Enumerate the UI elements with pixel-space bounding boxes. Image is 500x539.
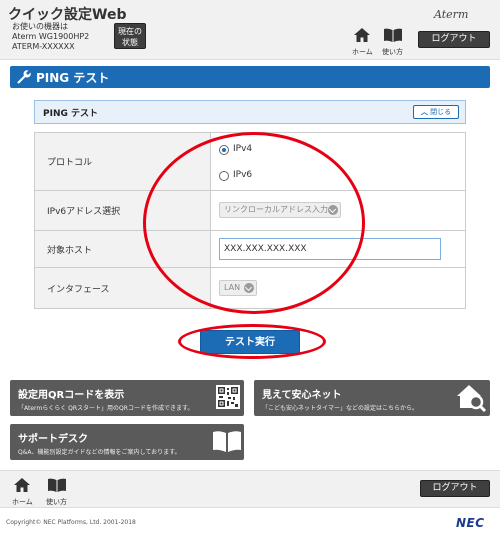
footer-manual-label: 使い方 <box>46 498 67 506</box>
footer-home-button[interactable]: ホーム <box>12 477 33 507</box>
book-icon <box>213 431 241 452</box>
status-button-line2: 状態 <box>122 38 138 47</box>
qr-link-desc: 「Atermらくらく QRスタート」用のQRコードを作成できます。 <box>18 405 194 412</box>
copyright: Copyright© NEC Platforms, Ltd. 2001-2018 <box>6 519 136 526</box>
header: クイック設定Web お使いの機器は Aterm WG1900HP2 ATERM-… <box>0 0 500 60</box>
mieru-link-title: 見えて安心ネット <box>262 390 342 401</box>
footer-manual-button[interactable]: 使い方 <box>46 477 67 507</box>
device-ssid: ATERM-XXXXXX <box>12 42 75 51</box>
nec-logo: NEC <box>456 516 485 530</box>
brand-logo: Aterm <box>434 8 469 21</box>
section-title: PING テスト <box>36 71 110 85</box>
home-nav-button[interactable]: ホーム <box>352 27 373 57</box>
house-search-icon <box>457 385 487 412</box>
logout-button[interactable]: ログアウト <box>418 31 490 48</box>
book-icon <box>47 478 66 492</box>
qr-code-link[interactable]: 設定用QRコードを表示 「Atermらくらく QRスタート」用のQRコードを作成… <box>10 380 244 416</box>
panel-title: PING テスト <box>43 109 98 119</box>
support-desk-link[interactable]: サポートデスク Q&A、機能別設定ガイドなどの情報をご案内しております。 <box>10 424 244 460</box>
ping-panel-header: PING テスト ︿ 閉じる <box>34 100 466 124</box>
home-label: ホーム <box>352 48 373 56</box>
annotation-ring-form <box>143 132 365 314</box>
section-header: PING テスト <box>10 66 490 88</box>
annotation-ring-button <box>178 324 326 359</box>
status-button-line1: 現在の <box>118 27 142 36</box>
footer-logout-button[interactable]: ログアウト <box>420 480 490 497</box>
wrench-icon <box>17 70 31 84</box>
manual-label: 使い方 <box>382 48 403 56</box>
home-icon <box>14 478 31 492</box>
qr-code-icon <box>216 385 240 409</box>
device-label: お使いの機器は <box>12 22 68 31</box>
mieru-link-desc: 「こども安心ネットタイマー」などの設定はこちらから。 <box>262 405 419 412</box>
footer: ホーム 使い方 ログアウト <box>0 470 500 508</box>
app-title: クイック設定Web <box>8 7 127 23</box>
collapse-label: 閉じる <box>430 108 452 116</box>
home-icon <box>354 28 371 42</box>
support-link-desc: Q&A、機能別設定ガイドなどの情報をご案内しております。 <box>18 449 181 456</box>
chevron-up-icon: ︿ <box>420 108 428 116</box>
support-link-title: サポートデスク <box>18 434 88 445</box>
device-model: Aterm WG1900HP2 <box>12 32 90 41</box>
current-status-button[interactable]: 現在の 状態 <box>114 23 146 49</box>
footer-home-label: ホーム <box>12 498 33 506</box>
book-icon <box>383 28 402 42</box>
mieru-anshin-link[interactable]: 見えて安心ネット 「こども安心ネットタイマー」などの設定はこちらから。 <box>254 380 490 416</box>
collapse-button[interactable]: ︿ 閉じる <box>413 105 459 119</box>
qr-link-title: 設定用QRコードを表示 <box>18 390 125 401</box>
manual-nav-button[interactable]: 使い方 <box>382 27 403 57</box>
